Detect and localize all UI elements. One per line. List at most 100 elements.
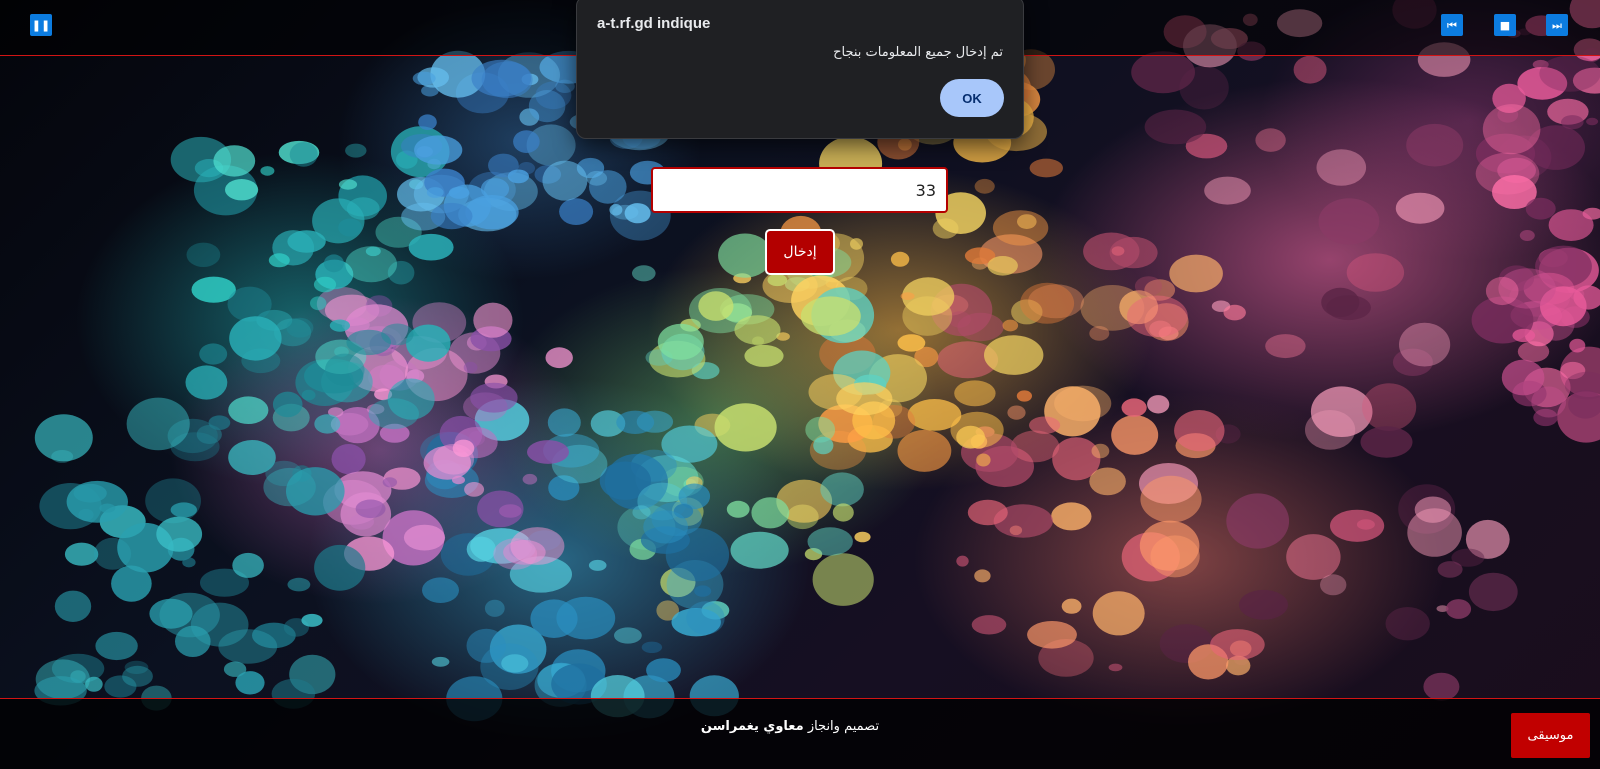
background-dot [406,324,451,362]
background-dot [897,334,926,352]
credit-prefix: تصميم وانجاز [807,719,880,734]
background-dot [175,625,211,658]
background-dot [1548,209,1594,242]
background-dot [218,629,278,664]
background-dot [156,516,203,552]
background-dot [545,347,573,369]
background-dot [530,599,578,638]
background-dot [329,319,350,332]
stop-icon: ■ [1499,18,1511,32]
background-dot [345,246,398,283]
number-input-wrapper [651,167,948,213]
background-dot [1356,519,1375,530]
background-dot [1561,115,1584,130]
background-dot [1147,395,1170,414]
background-dot [890,251,910,267]
dialog-ok-button[interactable]: OK [940,79,1004,117]
background-dot [813,436,834,455]
background-dot [414,135,463,165]
background-dot [480,178,510,200]
background-dot [1519,230,1535,241]
background-dot [752,336,764,347]
background-dot [1007,405,1026,420]
background-dot [609,204,623,216]
background-dot [287,577,311,592]
background-dot [1223,304,1246,321]
background-dot [85,676,103,692]
music-button[interactable]: موسيقى [1511,713,1590,758]
background-dot [1010,430,1060,463]
background-dot [1092,591,1145,636]
background-dot [54,590,92,622]
submit-button[interactable]: إدخال [765,229,835,275]
background-dot [1144,109,1207,145]
background-dot [1318,198,1380,245]
stop-button[interactable]: ■ [1494,14,1516,36]
background-dot [897,429,952,472]
background-dot [1423,672,1460,701]
background-dot [1051,502,1092,531]
background-dot [323,254,344,273]
background-dot [1174,410,1225,452]
background-dot [1108,663,1123,672]
background-dot [471,59,532,97]
background-dot [1054,385,1112,422]
background-dot [586,170,608,186]
background-dot [66,480,128,523]
background-dot [213,145,256,177]
background-dot [338,179,358,190]
background-dot [345,143,367,158]
background-dot [1320,574,1347,596]
background-dot [314,544,366,591]
background-dot [431,656,450,667]
background-dot [272,391,303,418]
next-button[interactable]: ⏭ [1546,14,1568,36]
background-dot [126,397,190,451]
background-dot [232,552,264,578]
background-dot [1089,326,1110,341]
background-dot [967,499,1008,526]
background-dot [1399,322,1451,367]
background-dot [559,198,594,226]
background-dot [452,475,465,485]
background-dot [698,291,734,321]
background-dot [408,233,454,261]
background-dot [1512,328,1536,343]
background-dot [430,202,473,230]
background-dot [1027,621,1077,649]
background-dot [1111,246,1125,256]
dialog-message: تم إدخال جميع المعلومات بنجاح [833,45,1003,60]
background-dot [1293,55,1327,84]
background-dot [992,210,1049,246]
background-dot [1406,123,1464,167]
background-dot [1346,253,1405,292]
background-dot [726,500,750,518]
pause-button[interactable]: ❚❚ [30,14,52,36]
previous-button[interactable]: ⏮ [1441,14,1463,36]
background-dot [466,536,496,562]
background-dot [1569,338,1586,353]
background-dot [235,671,265,695]
background-dot [227,286,272,322]
background-dot [588,559,607,571]
background-dot [614,627,642,644]
background-dot [346,329,392,356]
background-dot [1395,192,1445,224]
background-dot [854,531,871,543]
background-dot [412,71,436,86]
background-dot [954,380,996,407]
credit-name: معاوي يغمراسن [700,719,804,734]
background-dot [1525,197,1556,220]
background-dot [632,265,656,282]
background-dot [382,477,398,488]
background-dot [643,510,688,544]
background-dot [313,276,337,293]
background-dot [1061,598,1082,614]
background-dot [480,643,539,690]
background-dot [1121,398,1147,417]
number-input[interactable] [653,169,946,211]
background-dot [800,296,861,337]
background-dot [812,553,874,606]
background-dot [331,444,366,475]
background-dot [464,482,485,497]
